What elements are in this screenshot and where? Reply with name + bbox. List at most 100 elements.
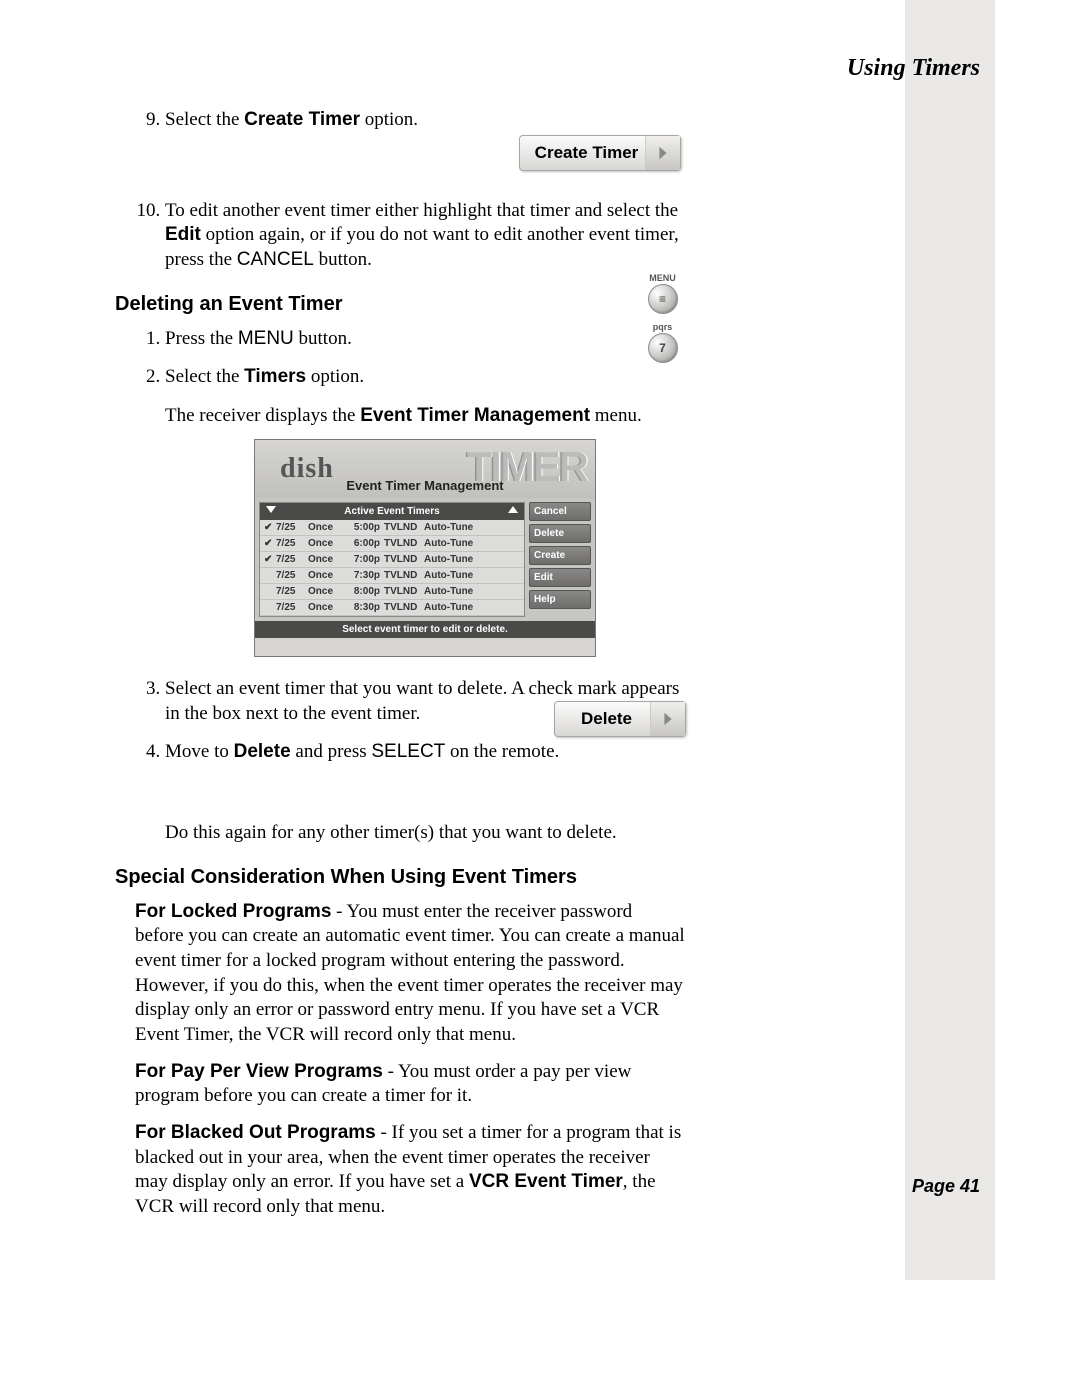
timer-rows-container: ✔7/25Once5:00pTVLNDAuto-Tune✔7/25Once6:0…	[260, 520, 524, 616]
page-header-title: Using Timers	[847, 55, 980, 82]
cancel-button[interactable]: Cancel	[529, 502, 591, 521]
text: Move to	[165, 741, 234, 762]
continued-steps-list: Select the Create Timer option. To edit …	[115, 108, 685, 273]
body-content: Select the Create Timer option. To edit …	[115, 108, 685, 1232]
row-channel: TVLND	[384, 537, 424, 550]
bold: For Pay Per View Programs	[135, 1061, 383, 1082]
header-text: Active Event Timers	[344, 506, 439, 517]
text: on the remote.	[445, 741, 559, 762]
row-action: Auto-Tune	[424, 585, 520, 598]
row-time: 8:00p	[340, 585, 384, 598]
row-action: Auto-Tune	[424, 521, 520, 534]
help-side-button[interactable]: Help	[529, 590, 591, 609]
timer-row[interactable]: ✔7/25Once7:00pTVLNDAuto-Tune	[260, 552, 524, 568]
ppv-para: For Pay Per View Programs - You must ord…	[135, 1060, 685, 1109]
row-time: 5:00p	[340, 521, 384, 534]
deleting-event-timer-heading: Deleting an Event Timer	[115, 291, 685, 317]
event-timer-management-screenshot: dish TIMER Event Timer Management Active…	[254, 439, 596, 657]
row-date: 7/25	[276, 521, 308, 534]
spacer	[165, 765, 685, 813]
bold: For Locked Programs	[135, 901, 331, 922]
text: Press the	[165, 328, 238, 349]
bold: VCR Event Timer	[469, 1171, 623, 1192]
delete-step-1: Press the MENU button.	[165, 327, 685, 352]
row-channel: TVLND	[384, 521, 424, 534]
text: button.	[294, 328, 352, 349]
timer-row[interactable]: 7/25Once8:30pTVLNDAuto-Tune	[260, 600, 524, 616]
bold: Edit	[165, 224, 201, 245]
row-freq: Once	[308, 585, 340, 598]
bold: Delete	[234, 741, 291, 762]
row-freq: Once	[308, 569, 340, 582]
check-icon	[264, 601, 276, 614]
bold: Timers	[244, 366, 306, 387]
row-time: 7:00p	[340, 553, 384, 566]
delete-step-4: Move to Delete and press SELECT on the r…	[165, 740, 685, 845]
row-channel: TVLND	[384, 601, 424, 614]
check-icon: ✔	[264, 521, 276, 534]
page: Using Timers Page 41 Create Timer Delete…	[0, 0, 1080, 1397]
text: Select the	[165, 109, 244, 130]
row-time: 7:30p	[340, 569, 384, 582]
bold: Create Timer	[244, 109, 360, 130]
timer-bottom-pad	[255, 638, 595, 656]
row-date: 7/25	[276, 553, 308, 566]
row-date: 7/25	[276, 569, 308, 582]
sans: CANCEL	[237, 249, 314, 270]
timer-body: Active Event Timers ✔7/25Once5:00pTVLNDA…	[255, 498, 595, 621]
deleting-steps-list: Press the MENU button. Select the Timers…	[115, 327, 685, 846]
text: option.	[306, 366, 364, 387]
timer-row[interactable]: 7/25Once8:00pTVLNDAuto-Tune	[260, 584, 524, 600]
check-icon: ✔	[264, 553, 276, 566]
text: menu.	[590, 405, 642, 426]
text: button.	[314, 249, 372, 270]
bold: For Blacked Out Programs	[135, 1122, 376, 1143]
timer-row[interactable]: ✔7/25Once6:00pTVLNDAuto-Tune	[260, 536, 524, 552]
row-date: 7/25	[276, 601, 308, 614]
text: and press	[291, 741, 372, 762]
create-side-button[interactable]: Create	[529, 546, 591, 565]
row-channel: TVLND	[384, 569, 424, 582]
text: Select the	[165, 366, 244, 387]
timer-row[interactable]: ✔7/25Once5:00pTVLNDAuto-Tune	[260, 520, 524, 536]
triangle-up-icon	[508, 506, 518, 513]
step-9: Select the Create Timer option.	[165, 108, 685, 185]
row-freq: Once	[308, 553, 340, 566]
timer-banner: dish TIMER Event Timer Management	[255, 440, 595, 498]
text: option.	[360, 109, 418, 130]
step-10: To edit another event timer either highl…	[165, 199, 685, 273]
row-freq: Once	[308, 537, 340, 550]
delete-again-line: Do this again for any other timer(s) tha…	[165, 821, 685, 846]
margin-strip	[905, 0, 995, 1280]
blacked-out-para: For Blacked Out Programs - If you set a …	[135, 1121, 685, 1220]
delete-step-2: Select the Timers option. The receiver d…	[165, 365, 685, 656]
row-channel: TVLND	[384, 553, 424, 566]
row-channel: TVLND	[384, 585, 424, 598]
triangle-down-icon	[266, 506, 276, 513]
timer-footer-hint: Select event timer to edit or delete.	[255, 621, 595, 638]
text: To edit another event timer either highl…	[165, 200, 678, 221]
display-line: The receiver displays the Event Timer Ma…	[165, 404, 685, 429]
timer-side-buttons: Cancel Delete Create Edit Help	[525, 502, 591, 617]
row-time: 6:00p	[340, 537, 384, 550]
active-timers-header: Active Event Timers	[260, 503, 524, 520]
row-freq: Once	[308, 521, 340, 534]
row-action: Auto-Tune	[424, 537, 520, 550]
sans: SELECT	[371, 741, 445, 762]
active-timers-list: Active Event Timers ✔7/25Once5:00pTVLNDA…	[259, 502, 525, 617]
row-action: Auto-Tune	[424, 569, 520, 582]
edit-side-button[interactable]: Edit	[529, 568, 591, 587]
delete-side-button[interactable]: Delete	[529, 524, 591, 543]
row-freq: Once	[308, 601, 340, 614]
special-considerations-heading: Special Consideration When Using Event T…	[115, 864, 685, 890]
spacer	[165, 133, 685, 185]
row-date: 7/25	[276, 537, 308, 550]
check-icon	[264, 585, 276, 598]
row-action: Auto-Tune	[424, 553, 520, 566]
check-icon	[264, 569, 276, 582]
locked-programs-para: For Locked Programs - You must enter the…	[135, 900, 685, 1048]
timer-subtitle: Event Timer Management	[255, 478, 595, 495]
row-time: 8:30p	[340, 601, 384, 614]
timer-row[interactable]: 7/25Once7:30pTVLNDAuto-Tune	[260, 568, 524, 584]
page-number: Page 41	[912, 1176, 980, 1197]
